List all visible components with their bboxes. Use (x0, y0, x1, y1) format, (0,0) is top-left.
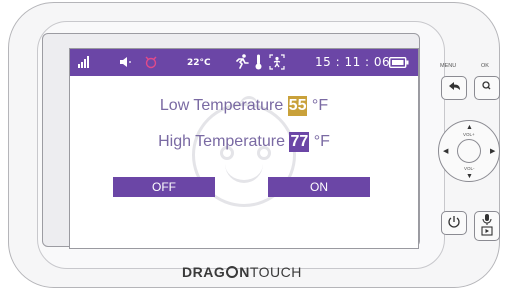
low-temperature-label: Low Temperature (159, 97, 284, 114)
power-icon (448, 216, 460, 228)
alarm-clock-icon (144, 55, 158, 72)
vol-up-label: VOL+ (463, 132, 475, 137)
battery-icon (388, 56, 409, 71)
temperature-readout: 22°C (187, 58, 211, 68)
back-button[interactable] (441, 76, 467, 100)
running-person-icon (235, 54, 249, 72)
right-arrow-icon[interactable]: ▶ (490, 148, 495, 155)
search-icon (482, 81, 491, 90)
vol-down-label: VOL- (464, 166, 475, 171)
off-button[interactable]: OFF (113, 177, 215, 197)
ok-button[interactable] (474, 76, 500, 100)
clock-time: 15 : 11 : 06 (315, 55, 391, 69)
brand-logo: DRAG NTOUCH (182, 264, 302, 280)
back-arrow-icon (449, 82, 460, 90)
signal-icon (78, 56, 90, 71)
high-temperature-label: High Temperature (158, 133, 285, 150)
microphone-icon (481, 214, 493, 236)
up-arrow-icon[interactable]: ▲ (466, 124, 473, 131)
cry-detection-icon (269, 54, 285, 73)
down-arrow-icon[interactable]: ▼ (466, 173, 473, 180)
thermometer-icon (254, 54, 263, 73)
ok-label: OK (481, 63, 489, 69)
low-temperature-row: Low Temperature 55 °F (70, 96, 418, 116)
high-temperature-row: High Temperature 77 °F (70, 132, 418, 152)
high-temperature-value[interactable]: 77 (289, 132, 310, 152)
low-temperature-unit: °F (311, 97, 329, 114)
monitor-screen: 22°C 15 : 11 : 06 Low Temperature 55 °F … (69, 48, 419, 249)
talk-button[interactable] (474, 211, 500, 241)
logo-o-icon (226, 266, 239, 278)
low-temperature-value[interactable]: 55 (287, 96, 308, 116)
navigation-dpad[interactable]: ▲ VOL+ ◀ ▶ VOL- ▼ (438, 120, 500, 182)
left-arrow-icon[interactable]: ◀ (443, 148, 448, 155)
speaker-icon (119, 56, 132, 71)
high-temperature-unit: °F (313, 133, 330, 150)
on-button[interactable]: ON (268, 177, 370, 197)
menu-label: MENU (440, 63, 457, 69)
power-button[interactable] (441, 211, 467, 235)
status-bar: 22°C 15 : 11 : 06 (70, 49, 418, 76)
dpad-center-button[interactable] (457, 139, 481, 163)
